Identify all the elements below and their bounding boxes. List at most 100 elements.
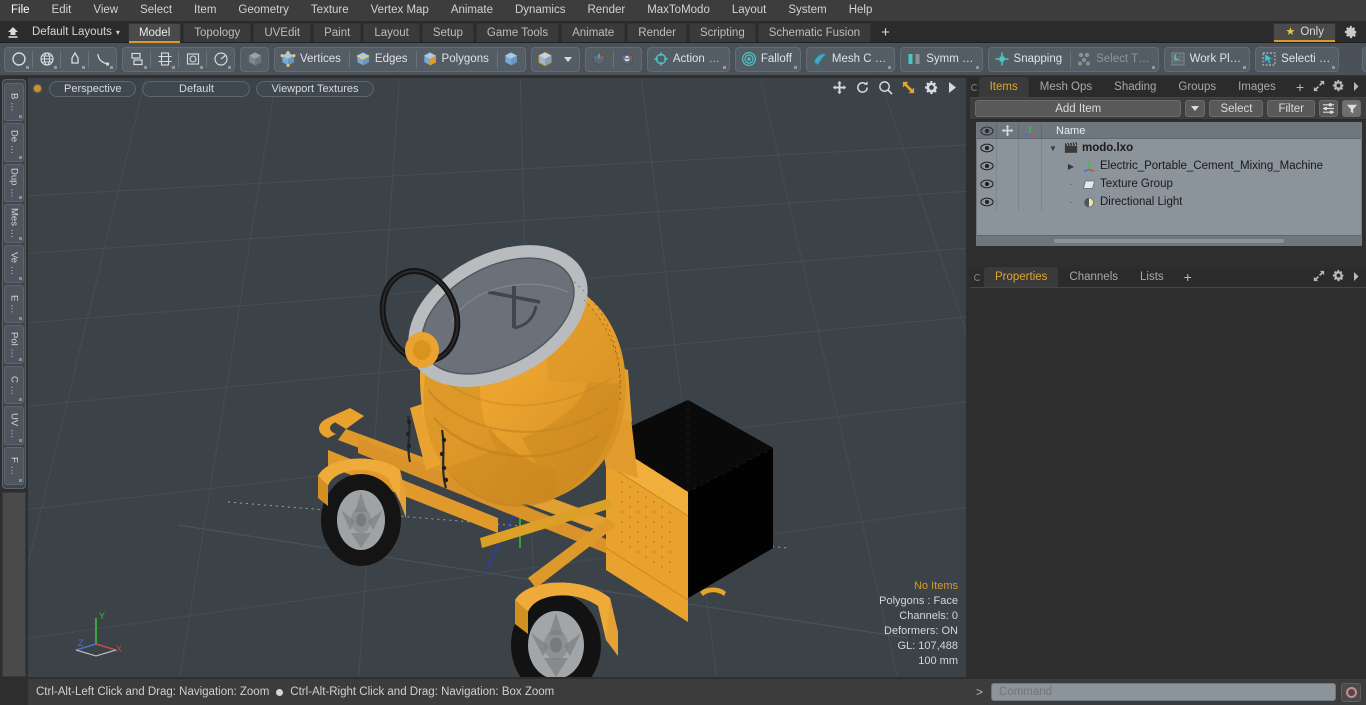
add-item-dropdown-button[interactable] [1185, 100, 1206, 117]
record-icon[interactable] [1341, 682, 1361, 702]
zoom-icon[interactable] [878, 80, 893, 95]
menu-item-layout[interactable]: Layout [721, 0, 778, 21]
layout-tab-schematic-fusion[interactable]: Schematic Fusion [757, 22, 872, 42]
expand-icon[interactable] [1313, 269, 1325, 287]
pen-icon[interactable] [62, 48, 87, 71]
selection-sets-button[interactable]: Selecti … [1257, 48, 1337, 71]
item-tree[interactable]: Name ▼ modo.lxo ▶ Electric_Portable_Cement_… [976, 122, 1362, 246]
snapping-button[interactable]: Snapping [990, 48, 1070, 71]
action-center-button[interactable]: Action … [649, 48, 728, 71]
vertices-mode-button[interactable]: Vertices [276, 48, 348, 71]
gear-icon[interactable] [1332, 269, 1345, 287]
axis-cube-green-icon[interactable] [587, 48, 612, 71]
twisty-open-icon[interactable]: ▼ [1046, 144, 1060, 153]
viewport-shading-mode[interactable]: Viewport Textures [256, 80, 374, 97]
twisty-closed-icon[interactable]: ▶ [1064, 162, 1078, 171]
left-toolbox-tab-8[interactable]: UV … [4, 406, 24, 445]
menu-item-select[interactable]: Select [129, 0, 183, 21]
model-cement-mixer[interactable] [28, 78, 966, 677]
add-items-tab-button[interactable]: + [1287, 77, 1313, 97]
axis-toggle-cell[interactable] [1019, 157, 1042, 175]
axis-toggle-cell[interactable] [1019, 139, 1042, 157]
left-toolbox-tab-3[interactable]: Mes … [4, 204, 24, 243]
menu-item-texture[interactable]: Texture [300, 0, 360, 21]
move-toggle-cell[interactable] [997, 193, 1019, 211]
globe-icon[interactable] [34, 48, 59, 71]
menu-item-item[interactable]: Item [183, 0, 227, 21]
move-toggle-cell[interactable] [997, 175, 1019, 193]
chevron-down-icon[interactable] [558, 48, 578, 71]
gear-icon[interactable] [1332, 79, 1345, 97]
only-button[interactable]: ★ Only [1273, 22, 1336, 42]
item-tree-row[interactable]: · Texture Group [977, 175, 1361, 193]
eye-icon[interactable] [977, 139, 997, 157]
move-icon[interactable] [832, 80, 847, 95]
viewport-preset[interactable]: Default [142, 80, 251, 97]
polygons-mode-button[interactable]: Polygons [418, 48, 496, 71]
eye-icon[interactable] [977, 157, 997, 175]
item-tree-name-cell[interactable]: · Directional Light [1042, 193, 1361, 211]
items-tab-images[interactable]: Images [1227, 77, 1287, 97]
layout-tab-topology[interactable]: Topology [183, 22, 252, 42]
move-toggle-cell[interactable] [997, 157, 1019, 175]
home-up-icon[interactable] [2, 23, 24, 42]
filter-button[interactable]: Filter [1267, 100, 1315, 117]
active-viewport-indicator[interactable] [34, 85, 41, 92]
panel-splitter[interactable] [970, 246, 1366, 268]
menu-item-geometry[interactable]: Geometry [227, 0, 300, 21]
menu-item-help[interactable]: Help [838, 0, 884, 21]
left-toolbox-tab-6[interactable]: Pol … [4, 325, 24, 364]
item-tree-name-cell[interactable]: · Texture Group [1042, 175, 1361, 193]
item-tree-row[interactable]: · Directional Light [977, 193, 1361, 211]
items-tab-items[interactable]: Items [978, 77, 1029, 97]
layout-tab-uvedit[interactable]: UVEdit [253, 22, 312, 42]
properties-tab-properties[interactable]: Properties [984, 267, 1059, 287]
panel-menu-dot[interactable] [970, 77, 979, 97]
add-layout-tab-button[interactable]: + [871, 23, 900, 42]
layout-tab-game-tools[interactable]: Game Tools [475, 22, 560, 42]
fit-icon[interactable] [901, 80, 916, 95]
left-toolbox-tab-2[interactable]: Dup … [4, 163, 24, 203]
cube-grey-icon[interactable] [242, 48, 267, 71]
list-options-icon[interactable] [1319, 100, 1338, 117]
layout-tab-paint[interactable]: Paint [313, 22, 362, 42]
expand-icon[interactable] [1313, 79, 1325, 97]
add-item-button[interactable]: Add Item [975, 100, 1182, 117]
layout-tab-render[interactable]: Render [627, 22, 687, 42]
viewport-view-mode[interactable]: Perspective [49, 80, 137, 97]
items-tab-shading[interactable]: Shading [1103, 77, 1167, 97]
bevel-icon[interactable] [180, 48, 205, 71]
item-tree-row[interactable]: ▶ Electric_Portable_Cement_Mixing_Machine [977, 157, 1361, 175]
layout-tab-layout[interactable]: Layout [363, 22, 420, 42]
items-mode-button[interactable] [499, 48, 524, 71]
item-tree-hscrollbar[interactable] [977, 235, 1361, 245]
properties-tab-lists[interactable]: Lists [1129, 267, 1175, 287]
panel-menu-dot[interactable] [970, 267, 984, 287]
menu-item-edit[interactable]: Edit [41, 0, 83, 21]
axis-toggle-cell[interactable] [1019, 193, 1042, 211]
gear-icon[interactable] [1336, 22, 1366, 43]
menu-item-vertex-map[interactable]: Vertex Map [360, 0, 440, 21]
menu-item-system[interactable]: System [777, 0, 837, 21]
left-toolbox-tab-7[interactable]: C … [4, 365, 24, 405]
gear-icon[interactable] [924, 80, 939, 95]
left-toolbox-tab-0[interactable]: B … [4, 83, 24, 122]
add-properties-tab-button[interactable]: + [1175, 267, 1201, 287]
chevron-down-icon[interactable]: ▾ [116, 28, 120, 37]
item-tree-row[interactable]: ▼ modo.lxo [977, 139, 1361, 157]
items-tab-mesh-ops[interactable]: Mesh Ops [1029, 77, 1103, 97]
menu-item-dynamics[interactable]: Dynamics [504, 0, 576, 21]
command-input[interactable] [991, 683, 1336, 701]
items-tab-groups[interactable]: Groups [1167, 77, 1227, 97]
item-tree-name-cell[interactable]: ▼ modo.lxo [1042, 139, 1361, 157]
axis-toggle-cell[interactable] [1019, 175, 1042, 193]
stack-icon[interactable] [124, 48, 149, 71]
mirror-icon[interactable] [152, 48, 177, 71]
menu-item-animate[interactable]: Animate [440, 0, 504, 21]
axis-cube-white-icon[interactable] [615, 48, 640, 71]
menu-item-view[interactable]: View [82, 0, 129, 21]
edges-mode-button[interactable]: Edges [351, 48, 415, 71]
rotate-icon[interactable] [855, 80, 870, 95]
item-tree-name-cell[interactable]: ▶ Electric_Portable_Cement_Mixing_Machine [1042, 157, 1361, 175]
layout-tab-scripting[interactable]: Scripting [688, 22, 756, 42]
